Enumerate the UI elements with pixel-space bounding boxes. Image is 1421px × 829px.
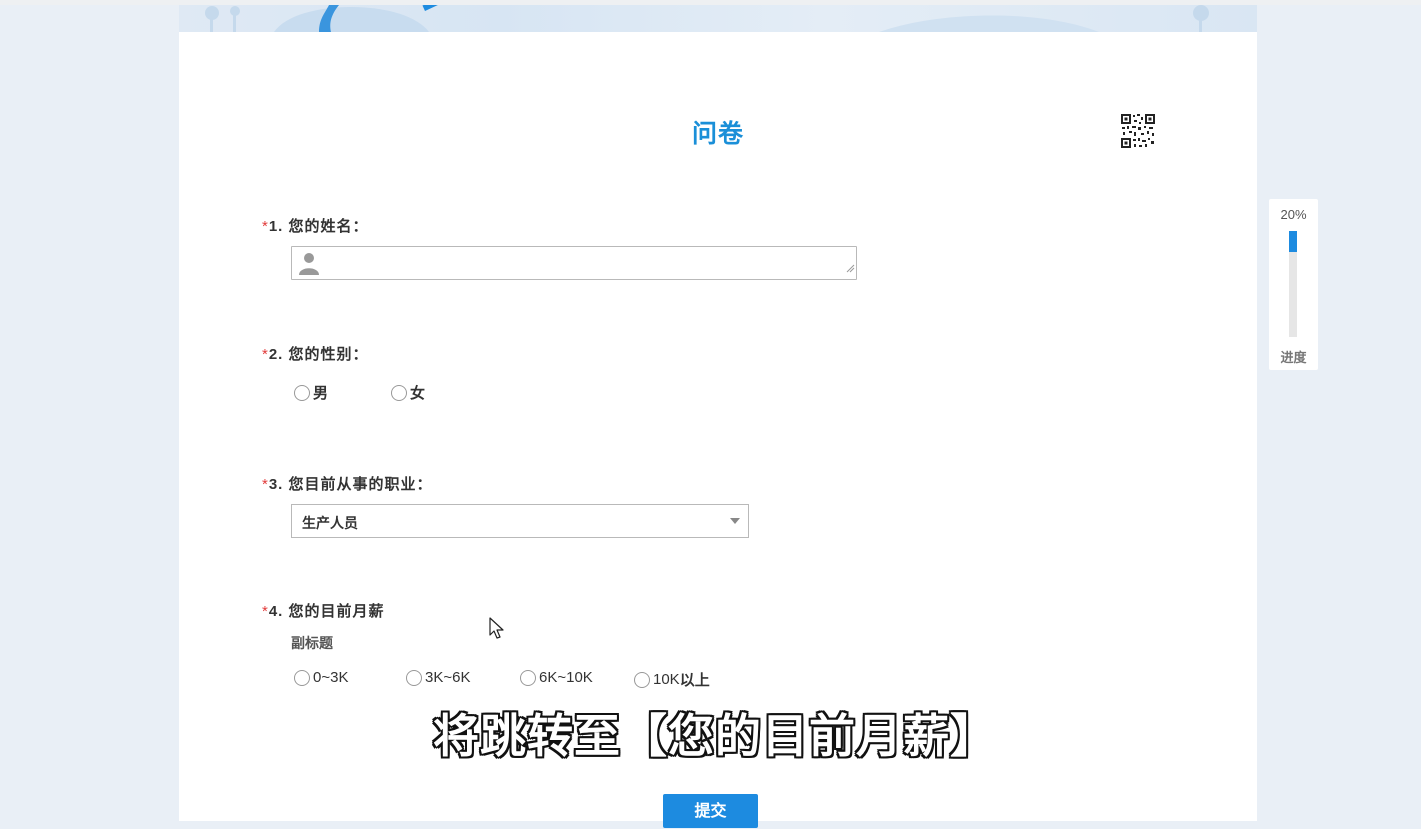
salary-option-10k-plus[interactable]: 10K 以上 [634,669,710,690]
option-label: 10K [653,671,680,688]
question-4-label: 您的目前月薪 [288,603,385,620]
question-4-number: 4. [268,603,284,620]
radio-button[interactable] [634,671,650,688]
header-banner [179,5,1257,32]
option-label: 6K~10K [539,669,593,686]
question-3-title: *3. 您目前从事的职业： [262,473,433,494]
required-mark: * [262,346,269,363]
radio-button[interactable] [391,384,407,401]
radio-button[interactable] [294,669,310,686]
progress-percent: 20% [1280,207,1307,222]
qr-code-icon[interactable] [1120,113,1156,149]
salary-option-6k-10k[interactable]: 6K~10K [520,669,593,686]
question-2-label: 您的性别： [288,346,369,363]
salary-option-0-3k[interactable]: 0~3K [294,669,348,686]
gender-option-female[interactable]: 女 [391,382,425,403]
option-label: 男 [313,385,329,402]
question-1-number: 1. [268,218,284,235]
radio-button[interactable] [406,669,422,686]
progress-label: 进度 [1280,350,1307,365]
chevron-down-icon [730,518,740,524]
question-4-title: *4. 您的目前月薪 [262,600,385,621]
question-4-subtitle: 副标题 [291,635,333,651]
occupation-selected-value: 生产人员 [302,515,358,531]
question-1-title: *1. 您的姓名： [262,215,369,236]
submit-button[interactable]: 提交 [663,794,758,828]
resize-grip-icon[interactable] [846,260,855,278]
option-label: 3K~6K [425,669,471,686]
question-2-title: *2. 您的性别： [262,343,369,364]
salary-option-3k-6k[interactable]: 3K~6K [406,669,470,686]
required-mark: * [262,218,269,235]
mouse-cursor-icon [489,617,505,646]
name-field[interactable] [291,246,857,280]
required-mark: * [262,603,269,620]
survey-title: 问卷 [691,120,744,148]
jump-caption: 将跳转至【您的目前月薪】 [433,710,997,762]
option-label: 0~3K [313,669,349,686]
gender-option-male[interactable]: 男 [294,382,328,403]
question-2-number: 2. [268,346,284,363]
question-1-label: 您的姓名： [288,218,369,235]
required-mark: * [262,476,269,493]
radio-button[interactable] [294,384,310,401]
progress-panel: 20% 进度 [1269,199,1318,370]
occupation-select[interactable]: 生产人员 [291,504,749,538]
option-label-suffix: 以上 [679,672,710,689]
option-label: 女 [410,385,426,402]
progress-fill [1289,231,1297,253]
person-icon [299,251,319,280]
radio-button[interactable] [520,669,536,686]
question-3-label: 您目前从事的职业： [288,476,433,493]
question-3-number: 3. [268,476,284,493]
progress-track [1289,231,1297,337]
